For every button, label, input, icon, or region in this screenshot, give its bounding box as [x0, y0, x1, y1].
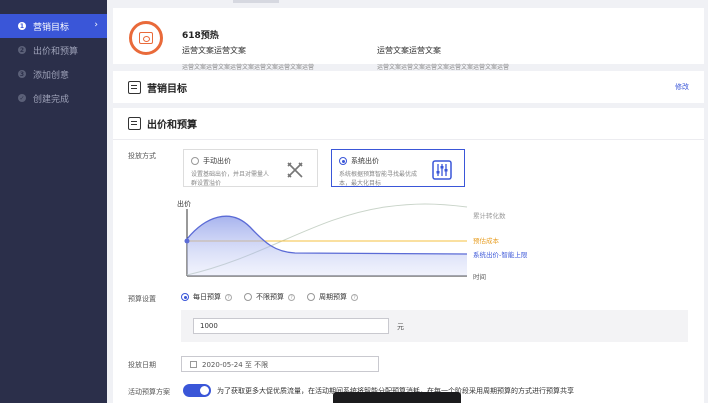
promo-card: 618预热 运营文案运营文案 运营文案运营文案运营文案运营文案运营文案运营 运营…: [113, 8, 704, 71]
chevron-right-icon: ›: [94, 20, 98, 30]
step-number: 3: [18, 70, 26, 78]
option-label: 周期预算: [319, 293, 347, 301]
date-range-input[interactable]: 2020-05-24 至 不限: [181, 356, 379, 372]
sidebar-top: [0, 0, 107, 14]
budget-period-radio[interactable]: [307, 293, 315, 301]
help-icon[interactable]: ?: [351, 293, 358, 301]
document-icon: [128, 117, 141, 130]
goal-header: 营销目标 修改: [113, 71, 704, 103]
option-label: 每日预算: [193, 293, 221, 301]
document-icon: [128, 80, 141, 94]
legend-cumulative: 累计转化数: [473, 211, 506, 220]
promo-column-2: 运营文案运营文案 运营文案运营文案运营文案运营文案运营文案运营: [377, 45, 509, 71]
legend-cost: 预估成本: [473, 236, 500, 245]
promo-sub: 运营文案运营文案运营文案运营文案运营文案运营: [182, 64, 315, 71]
step-label: 创建完成: [33, 94, 70, 105]
tooltip-overlay: [333, 392, 461, 403]
help-icon[interactable]: ?: [225, 293, 232, 301]
budget-period-option[interactable]: 周期预算?: [307, 292, 358, 302]
date-range-value: 2020-05-24 至 不限: [202, 361, 269, 369]
tools-icon: [287, 162, 303, 178]
option-title: 系统出价: [351, 157, 379, 165]
system-bid-option[interactable]: 系统出价 系统根据预算智能寻找最优成本，最大化目标: [331, 149, 465, 187]
blue-area: [187, 216, 467, 276]
sidebar-step-complete[interactable]: ✓ 创建完成: [0, 86, 107, 110]
promo-sub: 运营文案运营文案运营文案运营文案运营文案运营: [377, 64, 510, 71]
option-title: 手动出价: [203, 157, 231, 165]
budget-unlimited-option[interactable]: 不限预算?: [244, 292, 295, 302]
promo-heading: 运营文案运营文案: [377, 46, 441, 55]
bid-budget-card: 出价和预算 投放方式 手动出价 设置基础出价，并且对需量人群设置溢价 系统出价 …: [113, 108, 704, 403]
sidebar: 1 营销目标 › 2 出价和预算 3 添加创意 ✓ 创建完成: [0, 0, 107, 403]
budget-amount-input[interactable]: 1000: [193, 318, 389, 334]
option-desc: 系统根据预算智能寻找最优成本，最大化目标: [339, 171, 418, 187]
x-axis-label: 时间: [473, 272, 486, 281]
manual-bid-option[interactable]: 手动出价 设置基础出价，并且对需量人群设置溢价: [183, 149, 318, 187]
budget-unlimited-radio[interactable]: [244, 293, 252, 301]
budget-daily-option[interactable]: 每日预算?: [181, 292, 232, 302]
manual-bid-radio[interactable]: [191, 157, 199, 165]
goal-card: 营销目标 修改: [113, 71, 704, 103]
main-content: 618预热 运营文案运营文案 运营文案运营文案运营文案运营文案运营文案运营 运营…: [113, 0, 704, 403]
budget-options: 每日预算? 不限预算? 周期预算?: [181, 292, 370, 302]
y-axis-label: 出价: [177, 199, 191, 208]
budget-daily-radio[interactable]: [181, 293, 189, 301]
sliders-icon: [432, 160, 452, 180]
goal-title: 营销目标: [147, 83, 187, 95]
budget-panel: 1000 元: [181, 310, 688, 342]
step-label: 出价和预算: [33, 46, 79, 57]
check-icon: ✓: [18, 94, 26, 102]
promo-column-1: 运营文案运营文案 运营文案运营文案运营文案运营文案运营文案运营: [182, 45, 314, 71]
start-point: [184, 238, 190, 244]
step-number: 2: [18, 46, 26, 54]
bid-header: 出价和预算: [113, 108, 704, 140]
bid-chart: 出价 累计转化数 预估成本 系统出价-智能上限 时间: [175, 197, 595, 283]
step-number: 1: [18, 22, 26, 30]
edit-link[interactable]: 修改: [675, 82, 689, 92]
help-icon[interactable]: ?: [288, 293, 295, 301]
option-desc: 设置基础出价，并且对需量人群设置溢价: [191, 171, 270, 187]
activity-label: 活动预算方案: [128, 388, 170, 396]
activity-toggle[interactable]: [183, 384, 211, 397]
step-label: 营销目标: [33, 22, 70, 33]
promo-heading: 运营文案运营文案: [182, 46, 246, 55]
sidebar-step-add-creative[interactable]: 3 添加创意: [0, 62, 107, 86]
legend-system-bid: 系统出价-智能上限: [473, 250, 528, 259]
calendar-icon: [190, 361, 197, 368]
step-label: 添加创意: [33, 70, 70, 81]
system-bid-radio[interactable]: [339, 157, 347, 165]
sidebar-step-bid-budget[interactable]: 2 出价和预算: [0, 38, 107, 62]
schedule-label: 投放日期: [128, 361, 156, 369]
calendar-icon: [129, 21, 163, 55]
budget-unit: 元: [397, 323, 404, 331]
sidebar-step-marketing-goal[interactable]: 1 营销目标 ›: [0, 14, 107, 38]
top-divider: [233, 0, 279, 3]
budget-label: 预算设置: [128, 295, 156, 303]
method-label: 投放方式: [128, 152, 156, 160]
option-label: 不限预算: [256, 293, 284, 301]
promo-name: 618预热: [182, 31, 219, 41]
bid-title: 出价和预算: [147, 120, 197, 131]
